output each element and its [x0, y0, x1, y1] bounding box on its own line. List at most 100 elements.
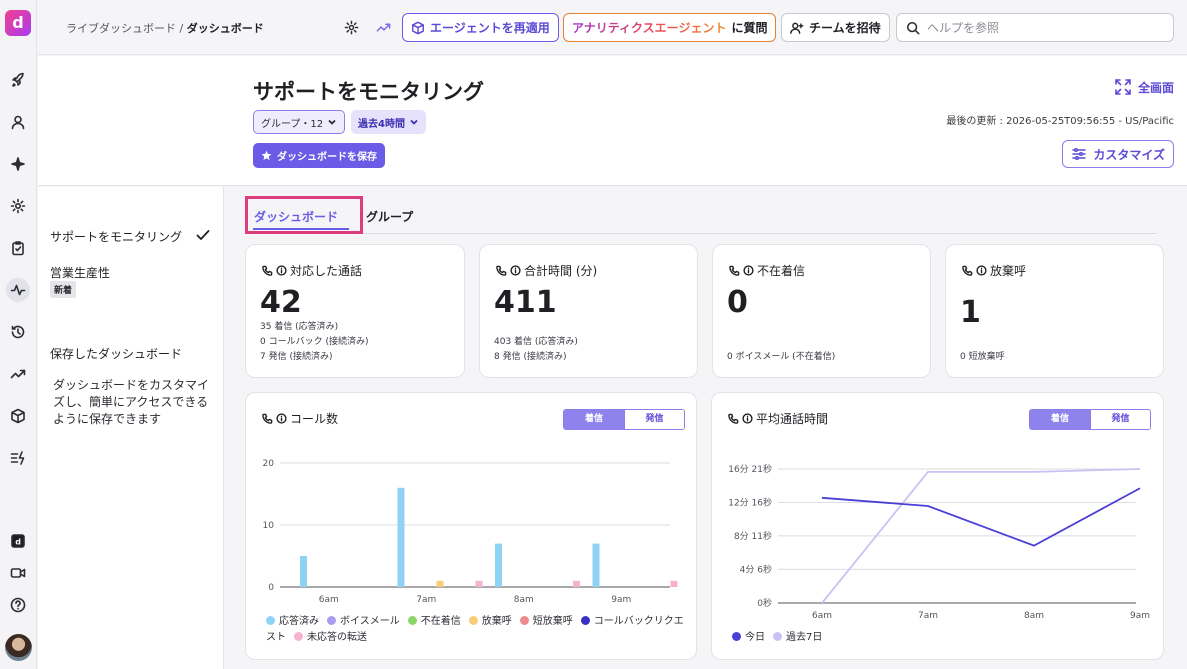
sliders-icon — [1072, 147, 1087, 161]
active-tab-underline — [253, 228, 349, 230]
info-icon[interactable] — [276, 413, 287, 424]
info-icon[interactable] — [276, 265, 287, 276]
save-dashboard-button[interactable]: ダッシュボードを保存 — [253, 143, 385, 168]
time-range-dropdown[interactable]: 過去4時間 — [351, 110, 426, 134]
bar — [300, 556, 307, 587]
legend-item[interactable]: 短放棄呼 — [519, 616, 573, 627]
y-tick-label: 12分 16秒 — [728, 496, 772, 508]
legend-label: 短放棄呼 — [532, 616, 573, 627]
call-count-card: コール数 着信 発信 0 10 20 6am 7am 8am 9am 応答済み ボイスメール 不… — [245, 392, 697, 660]
clipboard-icon[interactable] — [6, 236, 30, 260]
tab-dashboard[interactable]: ダッシュボード — [254, 208, 338, 225]
sparkle-icon[interactable] — [6, 152, 30, 176]
chart-card-title: 平均通話時間 — [728, 410, 828, 427]
ask-suffix: に質問 — [731, 21, 768, 35]
dashboard-settings-icon[interactable] — [342, 18, 360, 36]
time-range-label: 過去4時間 — [358, 118, 405, 130]
dashboard-sidebar: サポートをモニタリング 営業生産性 新着 保存したダッシュボード ダッシュボード… — [38, 187, 224, 669]
saved-dashboards-description: ダッシュボードをカスタマイズし、簡単にアクセスできるように保存できます — [53, 378, 210, 426]
breadcrumb-current: ダッシュボード — [186, 22, 264, 35]
group-filter-dropdown[interactable]: グループ・12 — [253, 110, 346, 134]
legend-item[interactable]: 放棄呼 — [468, 616, 512, 627]
chart-title-label: 平均通話時間 — [756, 412, 829, 426]
metric-value: 42 — [260, 285, 302, 320]
info-icon[interactable] — [743, 265, 754, 276]
sidebar-item-sales-productivity[interactable]: 営業生産性 — [50, 264, 110, 281]
dialpad-app-icon[interactable]: d — [6, 529, 30, 553]
settings-icon[interactable] — [6, 194, 30, 218]
app-logo[interactable]: d — [5, 10, 31, 36]
metric-detail: 35 着信 (応答済み) — [260, 322, 339, 332]
legend-dot — [294, 632, 303, 641]
analytics-agent-name: アナリティクスエージェント — [572, 21, 727, 35]
reapply-agent-button[interactable]: エージェントを再適用 — [402, 13, 559, 42]
expand-icon — [1115, 79, 1131, 95]
y-tick-label: 0 — [268, 583, 274, 593]
breadcrumb-parent[interactable]: ライブダッシュボード — [66, 22, 176, 35]
video-icon[interactable] — [6, 561, 30, 585]
customize-button[interactable]: カスタマイズ — [1062, 140, 1174, 168]
legend-dot — [519, 616, 529, 625]
x-tick-label: 7am — [918, 611, 938, 621]
tab-group[interactable]: グループ — [366, 208, 413, 225]
legend-dot — [327, 616, 336, 625]
legend-item[interactable]: ボイスメール — [327, 616, 400, 627]
info-icon[interactable] — [742, 413, 753, 424]
phone-icon — [728, 413, 739, 424]
metric-card-title: 放棄呼 — [962, 262, 1026, 279]
bar — [397, 487, 405, 587]
metric-detail: 0 短放棄呼 — [960, 352, 1005, 362]
bar — [475, 580, 483, 587]
page-header: サポートをモニタリング グループ・12 過去4時間 ダッシュボードを保存 全画面… — [38, 56, 1187, 186]
new-badge: 新着 — [50, 281, 77, 298]
legend-item[interactable]: 今日 — [732, 632, 765, 643]
rocket-icon[interactable] — [6, 68, 30, 92]
activity-icon[interactable] — [6, 278, 30, 302]
toggle-outbound[interactable]: 発信 — [1090, 410, 1150, 429]
dashboard-tabs: ダッシュボード グループ — [245, 196, 1157, 234]
help-search-input[interactable]: ヘルプを参照 — [896, 13, 1174, 42]
search-placeholder: ヘルプを参照 — [927, 21, 1000, 35]
legend-item[interactable]: 応答済み — [266, 616, 319, 627]
cube-icon — [412, 21, 424, 34]
legend-label: 応答済み — [279, 616, 319, 627]
sidebar-item-monitor-support[interactable]: サポートをモニタリング — [50, 228, 182, 245]
bar — [670, 580, 678, 587]
toggle-outbound[interactable]: 発信 — [624, 410, 684, 429]
legend-dot — [732, 632, 741, 641]
history-icon[interactable] — [6, 320, 30, 344]
chevron-down-icon — [410, 119, 418, 125]
ask-analytics-agent-button[interactable]: アナリティクスエージェント に質問 — [563, 13, 777, 42]
metric-title-label: 不在着信 — [757, 264, 806, 278]
invite-team-button[interactable]: チームを招待 — [781, 13, 890, 42]
trend-icon[interactable] — [6, 362, 30, 386]
bar — [573, 580, 580, 587]
saved-dashboards-heading: 保存したダッシュボード — [50, 347, 183, 361]
toggle-inbound[interactable]: 着信 — [564, 410, 624, 429]
chevron-down-icon — [328, 119, 336, 125]
metric-detail: 0 コールバック (接続済み) — [260, 337, 369, 347]
info-icon[interactable] — [976, 265, 987, 276]
list-bolt-icon[interactable] — [6, 446, 30, 470]
analytics-trend-icon[interactable] — [374, 18, 392, 36]
metric-detail: 8 発信 (接続済み) — [494, 352, 567, 362]
cube-icon[interactable] — [6, 404, 30, 428]
metric-title-label: 放棄呼 — [990, 264, 1027, 278]
bar — [495, 543, 502, 587]
legend-dot — [580, 616, 590, 625]
help-icon[interactable] — [6, 593, 30, 617]
legend-item[interactable]: 未応答の転送 — [294, 632, 367, 643]
toggle-inbound[interactable]: 着信 — [1030, 410, 1090, 429]
user-avatar[interactable] — [5, 634, 32, 661]
fullscreen-button[interactable]: 全画面 — [1114, 78, 1174, 96]
check-icon — [195, 227, 211, 243]
average-talk-time-card: 平均通話時間 着信 発信 0秒 4分 6秒 8分 11秒 12分 16秒 16分 21秒… — [711, 392, 1164, 660]
search-icon — [906, 21, 920, 34]
breadcrumb-separator: / — [176, 22, 187, 35]
legend-item[interactable]: 過去7日 — [773, 632, 822, 643]
legend-item[interactable]: 不在着信 — [407, 616, 461, 627]
save-dashboard-label: ダッシュボードを保存 — [277, 152, 377, 163]
phone-icon — [262, 413, 273, 424]
user-icon[interactable] — [6, 110, 30, 134]
info-icon[interactable] — [510, 265, 521, 276]
